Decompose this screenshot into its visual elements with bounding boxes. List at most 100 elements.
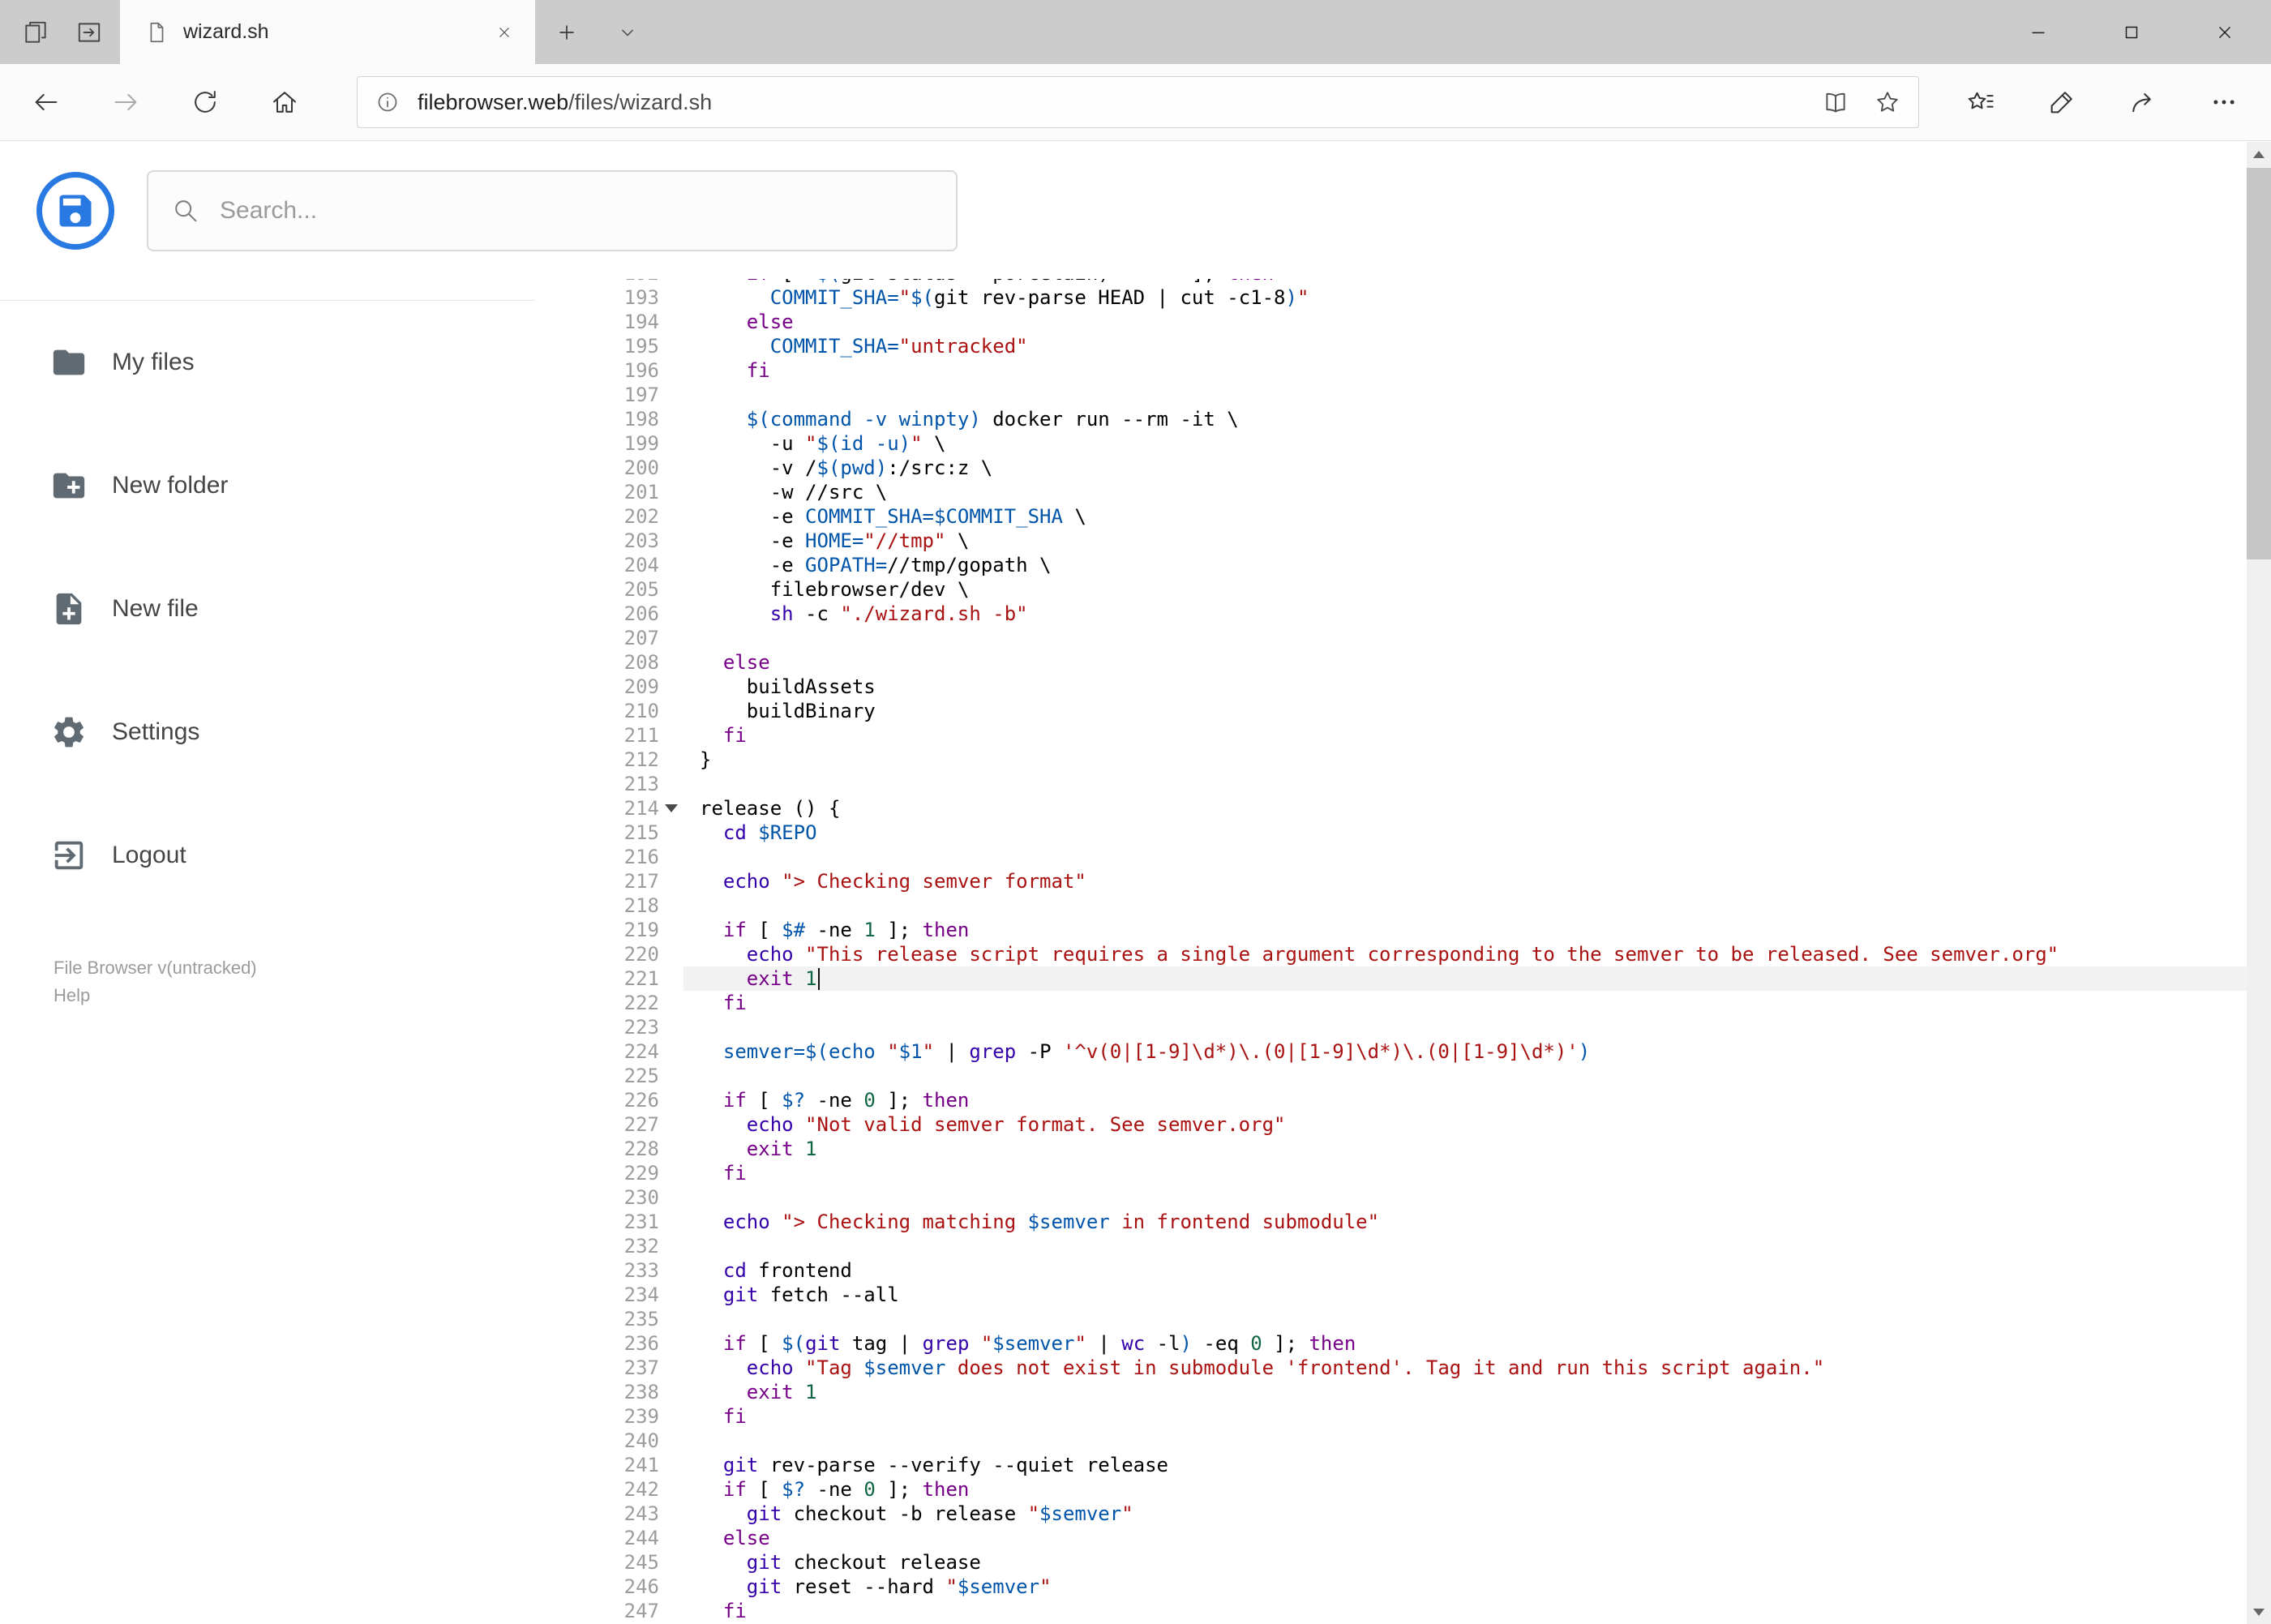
code-line[interactable]: 206 sh -c "./wizard.sh -b": [608, 602, 2247, 626]
maximize-button[interactable]: [2085, 0, 2178, 64]
code-text[interactable]: -v /$(pwd):/src:z \: [683, 456, 2247, 480]
code-text[interactable]: COMMIT_SHA="$(git rev-parse HEAD | cut -…: [683, 285, 2247, 310]
code-text[interactable]: if [ $? -ne 0 ]; then: [683, 1088, 2247, 1112]
code-line[interactable]: 212}: [608, 748, 2247, 772]
code-line[interactable]: 211 fi: [608, 723, 2247, 748]
code-text[interactable]: echo "> Checking matching $semver in fro…: [683, 1210, 2247, 1234]
code-text[interactable]: else: [683, 310, 2247, 334]
add-favorite-button[interactable]: [1862, 78, 1913, 126]
code-text[interactable]: filebrowser/dev \: [683, 577, 2247, 602]
scroll-down-button[interactable]: [2247, 1600, 2271, 1624]
home-button[interactable]: [245, 64, 324, 140]
code-text[interactable]: -e COMMIT_SHA=$COMMIT_SHA \: [683, 504, 2247, 529]
code-line[interactable]: 236 if [ $(git tag | grep "$semver" | wc…: [608, 1331, 2247, 1356]
code-line[interactable]: 233 cd frontend: [608, 1258, 2247, 1283]
code-line[interactable]: 216: [608, 845, 2247, 869]
code-text[interactable]: release () {: [683, 796, 2247, 821]
code-text[interactable]: [683, 626, 2247, 650]
code-line[interactable]: 202 -e COMMIT_SHA=$COMMIT_SHA \: [608, 504, 2247, 529]
code-editor[interactable]: 192 if [ "$(git status --porcelain)" = "…: [535, 279, 2247, 1624]
back-button[interactable]: [6, 64, 86, 140]
site-info-button[interactable]: [366, 78, 409, 126]
code-text[interactable]: [683, 1429, 2247, 1453]
code-text[interactable]: COMMIT_SHA="untracked": [683, 334, 2247, 358]
code-line[interactable]: 201 -w //src \: [608, 480, 2247, 504]
code-text[interactable]: if [ $(git tag | grep "$semver" | wc -l)…: [683, 1331, 2247, 1356]
code-text[interactable]: echo "Tag $semver does not exist in subm…: [683, 1356, 2247, 1380]
code-text[interactable]: buildAssets: [683, 675, 2247, 699]
code-text[interactable]: -u "$(id -u)" \: [683, 431, 2247, 456]
code-text[interactable]: fi: [683, 1404, 2247, 1429]
code-line[interactable]: 197: [608, 383, 2247, 407]
close-button[interactable]: [2178, 0, 2271, 64]
code-line[interactable]: 239 fi: [608, 1404, 2247, 1429]
code-text[interactable]: else: [683, 650, 2247, 675]
favorites-hub-button[interactable]: [1940, 64, 2021, 140]
code-line[interactable]: 235: [608, 1307, 2247, 1331]
code-line[interactable]: 240: [608, 1429, 2247, 1453]
code-text[interactable]: if [ $? -ne 0 ]; then: [683, 1477, 2247, 1502]
code-line[interactable]: 213: [608, 772, 2247, 796]
sidebar-item-my-files[interactable]: My files: [0, 301, 535, 424]
code-text[interactable]: $(command -v winpty) docker run --rm -it…: [683, 407, 2247, 431]
code-line[interactable]: 230: [608, 1185, 2247, 1210]
code-line[interactable]: 222 fi: [608, 991, 2247, 1015]
code-line[interactable]: 214 release () {: [608, 796, 2247, 821]
code-line[interactable]: 225: [608, 1064, 2247, 1088]
code-line[interactable]: 229 fi: [608, 1161, 2247, 1185]
code-text[interactable]: else: [683, 1526, 2247, 1550]
code-text[interactable]: [683, 845, 2247, 869]
sidebar-item-settings[interactable]: Settings: [0, 671, 535, 794]
set-tabs-aside-button[interactable]: [15, 11, 57, 54]
code-line[interactable]: 198 $(command -v winpty) docker run --rm…: [608, 407, 2247, 431]
tab-preview-chevron-button[interactable]: [598, 0, 657, 64]
code-line[interactable]: 215 cd $REPO: [608, 821, 2247, 845]
code-text[interactable]: [683, 1064, 2247, 1088]
code-line[interactable]: 200 -v /$(pwd):/src:z \: [608, 456, 2247, 480]
code-line[interactable]: 192 if [ "$(git status --porcelain)" = "…: [608, 279, 2247, 285]
code-line[interactable]: 237 echo "Tag $semver does not exist in …: [608, 1356, 2247, 1380]
code-text[interactable]: if [ $# -ne 1 ]; then: [683, 918, 2247, 942]
refresh-button[interactable]: [165, 64, 245, 140]
code-line[interactable]: 227 echo "Not valid semver format. See s…: [608, 1112, 2247, 1137]
code-line[interactable]: 204 -e GOPATH=//tmp/gopath \: [608, 553, 2247, 577]
filebrowser-logo[interactable]: [36, 171, 114, 250]
scroll-up-button[interactable]: [2247, 142, 2271, 166]
code-line[interactable]: 195 COMMIT_SHA="untracked": [608, 334, 2247, 358]
new-tab-button[interactable]: [535, 0, 598, 64]
code-line[interactable]: 218: [608, 893, 2247, 918]
page-scrollbar[interactable]: [2247, 142, 2271, 1624]
code-text[interactable]: echo "> Checking semver format": [683, 869, 2247, 893]
address-bar[interactable]: filebrowser.web/files/wizard.sh: [357, 76, 1919, 128]
code-line[interactable]: 232: [608, 1234, 2247, 1258]
code-text[interactable]: exit 1: [683, 966, 2247, 991]
code-line[interactable]: 219 if [ $# -ne 1 ]; then: [608, 918, 2247, 942]
code-text[interactable]: git checkout release: [683, 1550, 2247, 1575]
code-line[interactable]: 226 if [ $? -ne 0 ]; then: [608, 1088, 2247, 1112]
fold-arrow-icon[interactable]: [665, 804, 678, 812]
more-options-button[interactable]: [2183, 64, 2265, 140]
code-line[interactable]: 242 if [ $? -ne 0 ]; then: [608, 1477, 2247, 1502]
code-line[interactable]: 246 git reset --hard "$semver": [608, 1575, 2247, 1599]
code-text[interactable]: exit 1: [683, 1380, 2247, 1404]
sidebar-item-logout[interactable]: Logout: [0, 794, 535, 917]
code-line[interactable]: 221 exit 1: [608, 966, 2247, 991]
sidebar-item-new-folder[interactable]: New folder: [0, 424, 535, 547]
share-button[interactable]: [2102, 64, 2183, 140]
code-text[interactable]: [683, 383, 2247, 407]
url-text[interactable]: filebrowser.web/files/wizard.sh: [418, 90, 1810, 115]
code-text[interactable]: [683, 1234, 2247, 1258]
code-text[interactable]: exit 1: [683, 1137, 2247, 1161]
code-line[interactable]: 207: [608, 626, 2247, 650]
code-text[interactable]: git rev-parse --verify --quiet release: [683, 1453, 2247, 1477]
code-text[interactable]: semver=$(echo "$1" | grep -P '^v(0|[1-9]…: [683, 1039, 2247, 1064]
code-text[interactable]: }: [683, 748, 2247, 772]
code-line[interactable]: 217 echo "> Checking semver format": [608, 869, 2247, 893]
code-text[interactable]: cd $REPO: [683, 821, 2247, 845]
code-text[interactable]: fi: [683, 1599, 2247, 1623]
code-line[interactable]: 210 buildBinary: [608, 699, 2247, 723]
code-line[interactable]: 203 -e HOME="//tmp" \: [608, 529, 2247, 553]
code-line[interactable]: 199 -u "$(id -u)" \: [608, 431, 2247, 456]
code-text[interactable]: -w //src \: [683, 480, 2247, 504]
code-line[interactable]: 245 git checkout release: [608, 1550, 2247, 1575]
